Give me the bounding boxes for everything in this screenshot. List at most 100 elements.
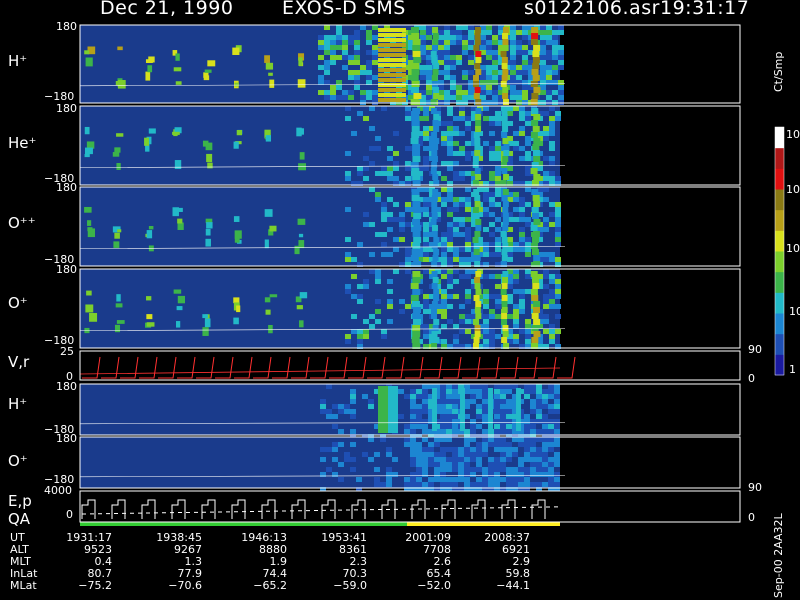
heat-cell-lower-6 (422, 472, 428, 477)
heat-dense-1 (543, 171, 549, 176)
heat-cell-lower-6 (446, 482, 452, 487)
heat-cell-3-1-2 (116, 294, 121, 302)
heat-dense-0 (480, 75, 486, 80)
heat-cell-0-2-2 (145, 59, 153, 64)
heat-dense-2 (441, 232, 447, 237)
heat-band-0-4 (531, 33, 539, 39)
heat-dense-0 (462, 50, 468, 55)
heat-dense-0 (342, 95, 348, 100)
heat-cell-lower-5 (494, 419, 500, 424)
heat-dense-3 (513, 319, 519, 324)
heat-dense-1 (465, 121, 471, 126)
heat-dense-3 (423, 334, 429, 339)
heat-dense-0 (516, 40, 522, 45)
heat-cell-lower-6 (446, 467, 452, 472)
heat-dense-3 (369, 314, 375, 319)
heat-dense-3 (363, 279, 369, 284)
heat-dense-0 (486, 85, 492, 90)
heat-dense-3 (363, 319, 369, 324)
heat-dense-2 (495, 242, 501, 247)
heat-cell-lower-5 (506, 384, 512, 389)
heat-cell-lower-5 (422, 394, 428, 399)
heat-cell-lower-5 (326, 414, 332, 419)
heat-dense-1 (465, 126, 471, 131)
heat-cell-lower-5 (494, 414, 500, 419)
heat-dense-0 (522, 30, 528, 35)
heat-dense-0 (372, 95, 378, 100)
heat-dense-1 (525, 166, 531, 171)
heat-dense-0 (486, 75, 492, 80)
heat-dense-1 (381, 166, 387, 171)
heat-cell-lower-6 (482, 477, 488, 482)
heat-dense-2 (423, 242, 429, 247)
heat-dense-2 (423, 252, 429, 257)
heat-dense-1 (393, 161, 399, 166)
heat-cell-lower-5 (554, 409, 560, 414)
heat-dense-0 (546, 35, 552, 40)
heat-cell-lower-5 (554, 389, 560, 394)
heat-cell-lower-6 (542, 457, 548, 462)
heat-dense-1 (375, 146, 381, 151)
heat-cell-lower-5 (422, 389, 428, 394)
colorbar-segment-1 (775, 333, 784, 355)
heat-dense-1 (525, 171, 531, 176)
heat-band-3-4 (531, 295, 539, 301)
heat-dense-1 (459, 146, 465, 151)
heat-band-2-3 (502, 219, 509, 225)
heat-dense-0 (540, 30, 546, 35)
heat-dense-0 (450, 65, 456, 70)
heat-dense-2 (441, 257, 447, 262)
heat-cell-2-3-1 (177, 207, 183, 212)
heat-cell-lower-5 (524, 389, 530, 394)
heat-dense-3 (489, 294, 495, 299)
heat-cell-2-4-2 (206, 222, 213, 229)
heat-yellow-patch (378, 53, 406, 57)
heat-dense-2 (543, 257, 549, 262)
heat-cell-lower-5 (416, 404, 422, 409)
heat-dense-1 (549, 121, 555, 126)
heat-band-3-4 (531, 337, 539, 343)
heat-dense-1 (387, 171, 393, 176)
heat-cell-lower-5 (470, 384, 476, 389)
heat-cell-lower-5 (350, 389, 356, 394)
heat-dense-0 (468, 30, 474, 35)
heat-band-0-2 (473, 45, 480, 51)
heat-dense-3 (549, 274, 555, 279)
heat-cell-3-6-1 (269, 294, 278, 298)
heat-dense-3 (525, 329, 531, 334)
heat-dense-0 (372, 35, 378, 40)
heat-cell-lower-6 (452, 467, 458, 472)
heat-dense-0 (372, 50, 378, 55)
heat-band-0-2 (474, 63, 481, 69)
heat-cell-lower-5 (482, 384, 488, 389)
heat-cell-lower-6 (500, 462, 506, 467)
heat-yellow-patch (378, 73, 406, 77)
heat-dense-1 (357, 166, 363, 171)
heat-dense-2 (483, 212, 489, 217)
heat-dense-3 (489, 309, 495, 314)
heat-cell-2-4-3 (205, 238, 211, 247)
heat-dense-2 (399, 217, 405, 222)
heat-cell-lower-6 (536, 457, 542, 462)
heat-yellow-patch (378, 93, 406, 97)
heat-dense-0 (558, 25, 564, 30)
heat-band-1-4 (531, 162, 539, 168)
heat-cell-lower-6 (530, 447, 536, 452)
heat-cell-lower-6 (338, 477, 344, 482)
heat-cell-lower-6 (410, 472, 416, 477)
heat-cell-3-2-1 (146, 296, 152, 301)
heat-dense-0 (426, 75, 432, 80)
heat-dense-1 (525, 136, 531, 141)
heat-dense-0 (354, 55, 360, 60)
heat-dense-0 (486, 90, 492, 95)
heat-cell-lower-6 (338, 442, 344, 447)
heat-dense-1 (459, 116, 465, 121)
heat-cell-1-5-3 (236, 130, 243, 136)
heat-band-0-2 (475, 57, 482, 63)
heat-dense-0 (336, 55, 342, 60)
heat-dense-2 (459, 222, 465, 227)
heat-cell-lower-6 (404, 482, 410, 487)
heat-dense-3 (453, 269, 459, 274)
heat-dense-3 (465, 294, 471, 299)
heat-dense-0 (456, 90, 462, 95)
